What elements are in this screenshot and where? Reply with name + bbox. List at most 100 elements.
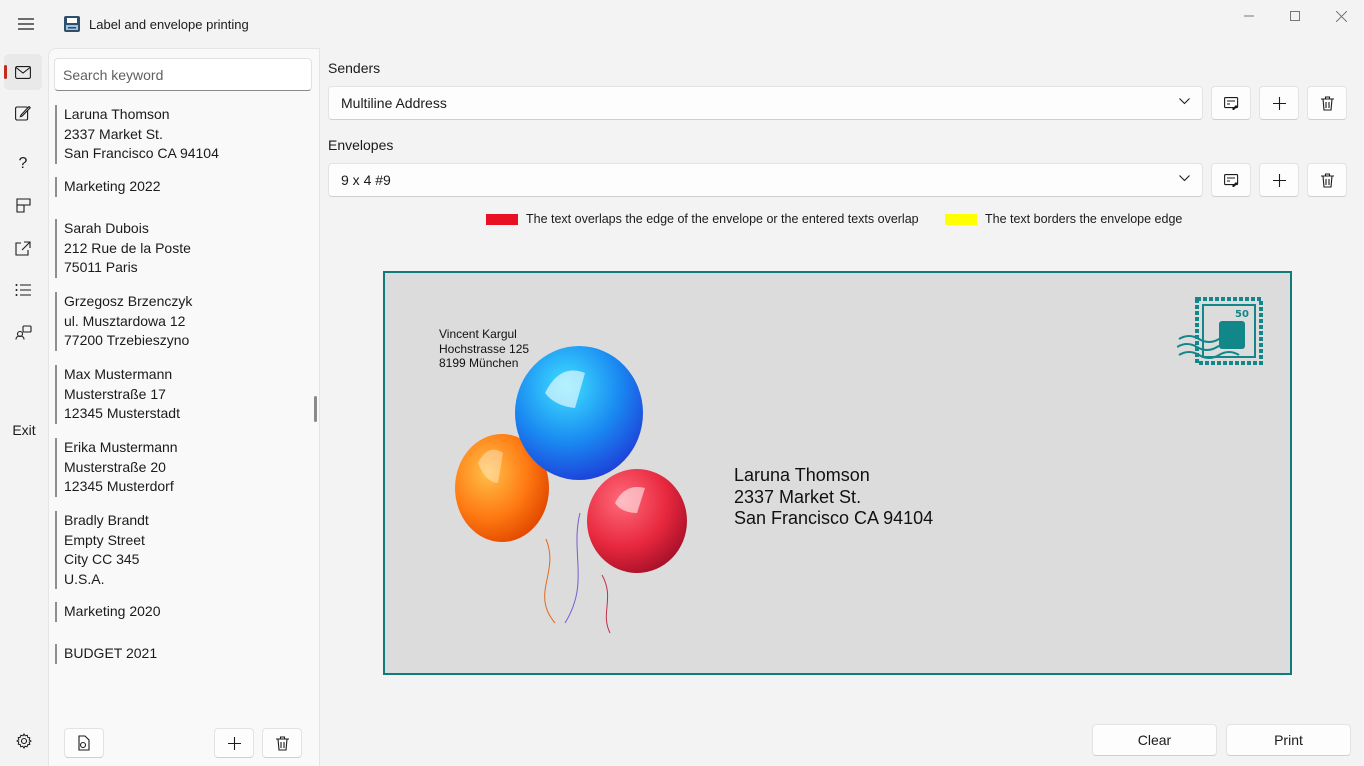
hamburger-menu-icon[interactable] [10,8,42,40]
list-item-line: City CC 345 [64,551,140,567]
list-item[interactable]: Sarah Dubois 212 Rue de la Poste 75011 P… [55,219,305,278]
nav-item-help[interactable]: ? [4,146,42,182]
list-item-line: 77200 Trzebieszyno [64,332,190,348]
postage-stamp-icon: 50 [1177,297,1263,365]
list-item-line: Musterstraße 17 [64,385,166,402]
edit-envelope-button[interactable] [1211,163,1251,197]
nav-item-layout[interactable] [4,187,42,223]
gear-icon[interactable] [8,725,40,757]
nav-item-share[interactable] [4,230,42,266]
chevron-down-icon [1179,175,1190,182]
list-item[interactable]: Marketing 2022 [55,177,305,197]
list-item-line: 12345 Musterstadt [64,405,180,421]
plus-icon [1272,96,1286,110]
list-item[interactable]: Max Mustermann Musterstraße 17 12345 Mus… [55,365,305,424]
senders-label: Senders [328,60,381,76]
mail-icon [15,65,31,79]
window-title: Label and envelope printing [89,17,249,32]
envelope-preview: Vincent Kargul Hochstrasse 125 8199 Münc… [383,271,1292,675]
list-item[interactable]: Laruna Thomson 2337 Market St. San Franc… [55,105,305,164]
sender-address: Vincent Kargul Hochstrasse 125 8199 Münc… [439,327,529,371]
list-item-line: U.S.A. [64,570,105,587]
sender-line: Hochstrasse 125 [439,341,530,356]
nav-item-envelope[interactable] [4,54,42,90]
legend-overlap-text: The text overlaps the edge of the envelo… [526,212,919,226]
list-item[interactable]: BUDGET 2021 [55,644,305,664]
delete-sender-button[interactable] [1307,86,1347,120]
envelopes-dropdown[interactable]: 9 x 4 #9 [328,163,1203,197]
navigation-rail: ? Exit [0,48,48,766]
add-sender-button[interactable] [1259,86,1299,120]
list-item-line: 75011 Paris [64,259,138,275]
legend-yellow-swatch [945,213,977,225]
envelopes-selected-value: 9 x 4 #9 [341,172,391,188]
legend-border-text: The text borders the envelope edge [985,212,1183,226]
list-item-line: 212 Rue de la Poste [64,239,191,256]
import-file-icon [78,735,90,751]
list-item-line: 2337 Market St. [64,125,163,142]
add-envelope-button[interactable] [1259,163,1299,197]
recipient-line: 2337 Market St. [734,486,862,507]
share-icon [15,240,31,256]
list-item[interactable]: Erika Mustermann Musterstraße 20 12345 M… [55,438,305,497]
senders-dropdown[interactable]: Multiline Address [328,86,1203,120]
plus-icon [1272,173,1286,187]
envelopes-label: Envelopes [328,137,394,153]
plus-icon [227,736,241,750]
legend-overlap: The text overlaps the edge of the envelo… [486,212,919,226]
list-icon [15,284,31,296]
list-item-line: Bradly Brandt [64,512,149,528]
card-edit-icon [1223,96,1238,110]
nav-item-people[interactable] [4,314,42,350]
clear-button[interactable]: Clear [1092,724,1217,756]
list-item-line: Laruna Thomson [64,106,170,122]
people-icon [14,324,32,340]
layout-icon [15,197,31,213]
list-item-line: BUDGET 2021 [64,645,158,661]
list-scrollbar[interactable] [314,396,317,422]
list-item[interactable]: Marketing 2020 [55,602,305,622]
list-item-line: Empty Street [64,531,145,548]
list-item-line: Marketing 2022 [64,178,161,194]
printer-app-icon [63,15,81,33]
legend-border: The text borders the envelope edge [945,212,1182,226]
delete-envelope-button[interactable] [1307,163,1347,197]
help-icon: ? [18,155,28,172]
sender-line: 8199 München [439,356,519,370]
minimize-icon[interactable] [1226,0,1272,32]
list-item-line: 12345 Musterdorf [64,478,174,494]
trash-icon [275,735,289,751]
recipient-address: Laruna Thomson 2337 Market St. San Franc… [734,465,933,530]
list-item-line: San Francisco CA 94104 [64,145,219,161]
list-item[interactable]: Bradly Brandt Empty Street City CC 345 U… [55,511,305,589]
sender-line: Vincent Kargul [439,327,517,341]
exit-button[interactable]: Exit [0,422,48,438]
list-item-line: ul. Musztardowa 12 [64,312,186,329]
card-edit-icon [1223,173,1238,187]
import-button[interactable] [64,728,104,758]
list-item-line: Erika Mustermann [64,439,178,455]
chevron-down-icon [1179,98,1190,105]
nav-item-list[interactable] [4,272,42,308]
edit-sender-button[interactable] [1211,86,1251,120]
nav-item-edit[interactable] [4,95,42,131]
list-item[interactable]: Grzegosz Brzenczyk ul. Musztardowa 12 77… [55,292,305,351]
recipient-line: San Francisco CA 94104 [734,508,934,528]
maximize-icon[interactable] [1272,0,1318,32]
title-bar: Label and envelope printing [0,0,1364,48]
close-icon[interactable] [1318,0,1364,32]
balloons-image [455,346,687,634]
senders-selected-value: Multiline Address [341,95,447,111]
edit-icon [15,105,31,121]
list-item-line: Musterstraße 20 [64,458,166,475]
legend-red-swatch [486,213,518,225]
trash-icon [1320,95,1334,111]
delete-address-button[interactable] [262,728,302,758]
list-item-line: Grzegosz Brzenczyk [64,293,193,309]
print-button[interactable]: Print [1226,724,1351,756]
list-item-line: Sarah Dubois [64,220,149,236]
add-address-button[interactable] [214,728,254,758]
recipient-line: Laruna Thomson [734,465,870,485]
list-item-line: Marketing 2020 [64,603,161,619]
search-input[interactable] [54,58,312,91]
